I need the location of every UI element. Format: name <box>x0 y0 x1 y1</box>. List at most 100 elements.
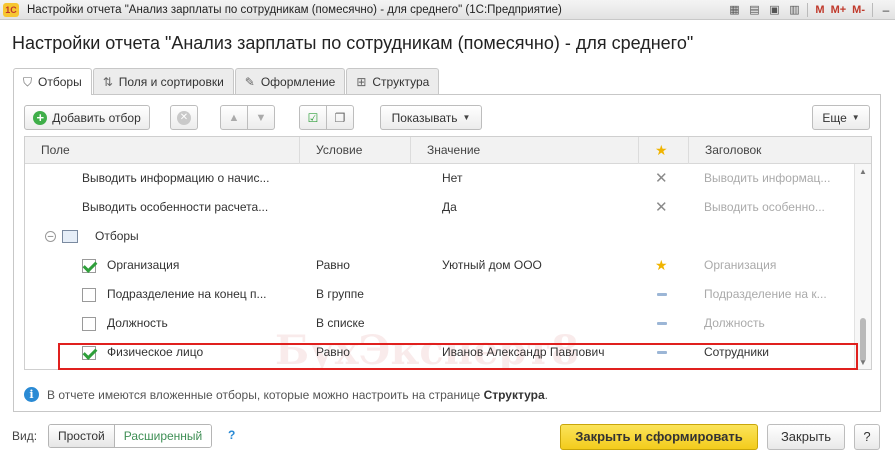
close-icon[interactable]: ✕ <box>655 164 668 193</box>
dash-icon[interactable] <box>657 322 667 325</box>
dash-icon[interactable] <box>657 293 667 296</box>
column-header-title[interactable]: Заголовок <box>689 137 855 164</box>
titlebar-tools: ▦ ▤ ▣ ▥ M M+ M- – <box>723 0 895 20</box>
plus-icon: + <box>33 110 48 125</box>
star-icon[interactable]: ★ <box>639 137 689 164</box>
filter-icon: ⛉ <box>23 74 33 89</box>
row-field: Подразделение на конец п... <box>107 287 267 301</box>
grid-icon[interactable]: ▦ <box>725 2 743 18</box>
check-all-button[interactable]: ☑ <box>299 105 327 130</box>
row-field: Выводить особенности расчета... <box>82 200 269 214</box>
row-title[interactable]: Выводить особенно... <box>704 193 844 222</box>
scroll-up-icon[interactable]: ▲ <box>859 167 867 176</box>
star-icon[interactable]: ★ <box>655 251 668 280</box>
delete-button[interactable]: ✕ <box>170 105 198 130</box>
row-field: Отборы <box>95 229 139 243</box>
close-icon[interactable]: ✕ <box>655 193 668 222</box>
row-title[interactable]: Выводить информац... <box>704 164 844 193</box>
view-switch[interactable]: Простой Расширенный <box>48 424 213 448</box>
view-simple-button[interactable]: Простой <box>49 425 115 447</box>
table-row-selected[interactable]: Физическое лицо Равно Иванов Александр П… <box>25 338 855 367</box>
tab-structure[interactable]: ⊞ Структура <box>346 68 440 94</box>
calendar-icon[interactable]: ▣ <box>765 2 783 18</box>
tab-label: Поля и сортировки <box>118 74 224 89</box>
arrow-down-icon: ▼ <box>255 111 267 124</box>
info-text: В отчете имеются вложенные отборы, котор… <box>47 387 548 402</box>
tab-filters[interactable]: ⛉ Отборы <box>13 68 92 95</box>
separator <box>807 2 809 17</box>
row-field: Должность <box>107 316 168 330</box>
table-row[interactable]: Организация Равно Уютный дом ООО ★ Орган… <box>25 251 855 280</box>
row-title[interactable]: Должность <box>704 309 844 338</box>
add-filter-button[interactable]: + Добавить отбор <box>24 105 150 130</box>
table-row[interactable]: Выводить особенности расчета... Да ✕ Выв… <box>25 193 855 222</box>
more-label: Еще <box>822 110 847 125</box>
print-icon[interactable]: ▤ <box>745 2 763 18</box>
check-all-icon: ☑ <box>307 110 319 125</box>
structure-link[interactable]: Структура <box>484 388 545 402</box>
row-title[interactable]: Сотрудники <box>704 338 844 367</box>
column-header-field[interactable]: Поле <box>25 137 300 164</box>
group-icon <box>62 230 78 243</box>
help-icon[interactable]: ? <box>228 428 235 442</box>
table-row[interactable]: Выводить информацию о начис... Нет ✕ Выв… <box>25 164 855 193</box>
window-title: Настройки отчета "Анализ зарплаты по сот… <box>27 3 562 16</box>
structure-icon: ⊞ <box>356 74 367 89</box>
bottom-bar: Вид: Простой Расширенный ? Закрыть и сфо… <box>12 424 882 450</box>
scrollbar-thumb[interactable] <box>860 318 866 362</box>
move-up-button[interactable]: ▲ <box>220 105 248 130</box>
chevron-down-icon: ▼ <box>462 113 471 122</box>
row-condition[interactable]: В списке <box>316 309 416 338</box>
row-condition[interactable]: В группе <box>316 280 416 309</box>
row-condition[interactable]: Равно <box>316 251 416 280</box>
question-button[interactable]: ? <box>854 424 880 450</box>
tab-bar: ⛉ Отборы ⇅ Поля и сортировки ✎ Оформлени… <box>13 68 440 95</box>
filters-table: БухЭксперт8 Поле Условие Значение ★ Заго… <box>24 136 872 370</box>
table-row[interactable]: Подразделение на конец п... В группе Под… <box>25 280 855 309</box>
row-checkbox[interactable] <box>82 259 96 273</box>
collapse-icon[interactable]: – <box>45 231 56 242</box>
delete-icon: ✕ <box>177 110 191 125</box>
memory-minus-button[interactable]: M- <box>852 4 865 16</box>
scroll-down-icon[interactable]: ▼ <box>859 358 867 367</box>
row-condition[interactable]: Равно <box>316 338 416 367</box>
row-value[interactable]: Да <box>442 193 632 222</box>
memory-plus-button[interactable]: M+ <box>831 4 847 16</box>
row-checkbox[interactable] <box>82 317 96 331</box>
row-field: Выводить информацию о начис... <box>82 171 270 185</box>
table-row-group[interactable]: – Отборы <box>25 222 855 251</box>
close-and-generate-button[interactable]: Закрыть и сформировать <box>560 424 758 450</box>
row-checkbox[interactable] <box>82 346 96 360</box>
uncheck-all-button[interactable]: ❐ <box>326 105 354 130</box>
row-value[interactable]: Иванов Александр Павлович <box>442 338 632 367</box>
row-value[interactable]: Уютный дом ООО <box>442 251 632 280</box>
calculator-icon[interactable]: ▥ <box>785 2 803 18</box>
dash-icon[interactable] <box>657 351 667 354</box>
minimize-icon[interactable]: – <box>877 3 895 17</box>
close-button[interactable]: Закрыть <box>767 424 845 450</box>
add-filter-label: Добавить отбор <box>52 110 141 125</box>
tab-label: Отборы <box>38 75 82 89</box>
view-extended-button[interactable]: Расширенный <box>114 425 212 447</box>
show-dropdown-button[interactable]: Показывать ▼ <box>380 105 482 130</box>
memory-button[interactable]: M <box>815 4 824 16</box>
tab-label: Оформление <box>260 74 336 89</box>
filters-toolbar: + Добавить отбор ✕ ▲ ▼ ☑ ❐ Показывать ▼ … <box>24 105 870 131</box>
window-titlebar: 1С Настройки отчета "Анализ зарплаты по … <box>0 0 895 20</box>
tab-fields-sorting[interactable]: ⇅ Поля и сортировки <box>92 68 234 94</box>
row-checkbox[interactable] <box>82 288 96 302</box>
tab-appearance[interactable]: ✎ Оформление <box>234 68 346 94</box>
row-title[interactable]: Подразделение на к... <box>704 280 844 309</box>
chevron-down-icon: ▼ <box>851 113 860 122</box>
filters-panel: + Добавить отбор ✕ ▲ ▼ ☑ ❐ Показывать ▼ … <box>13 94 881 412</box>
app-logo-icon: 1С <box>3 2 19 17</box>
row-value[interactable]: Нет <box>442 164 632 193</box>
more-button[interactable]: Еще ▼ <box>812 105 870 130</box>
column-header-value[interactable]: Значение <box>411 137 639 164</box>
vertical-scrollbar[interactable]: ▲ ▼ <box>854 164 871 369</box>
column-header-condition[interactable]: Условие <box>300 137 411 164</box>
table-row[interactable]: Должность В списке Должность <box>25 309 855 338</box>
row-title[interactable]: Организация <box>704 251 844 280</box>
arrow-up-icon: ▲ <box>228 111 240 124</box>
move-down-button[interactable]: ▼ <box>247 105 275 130</box>
